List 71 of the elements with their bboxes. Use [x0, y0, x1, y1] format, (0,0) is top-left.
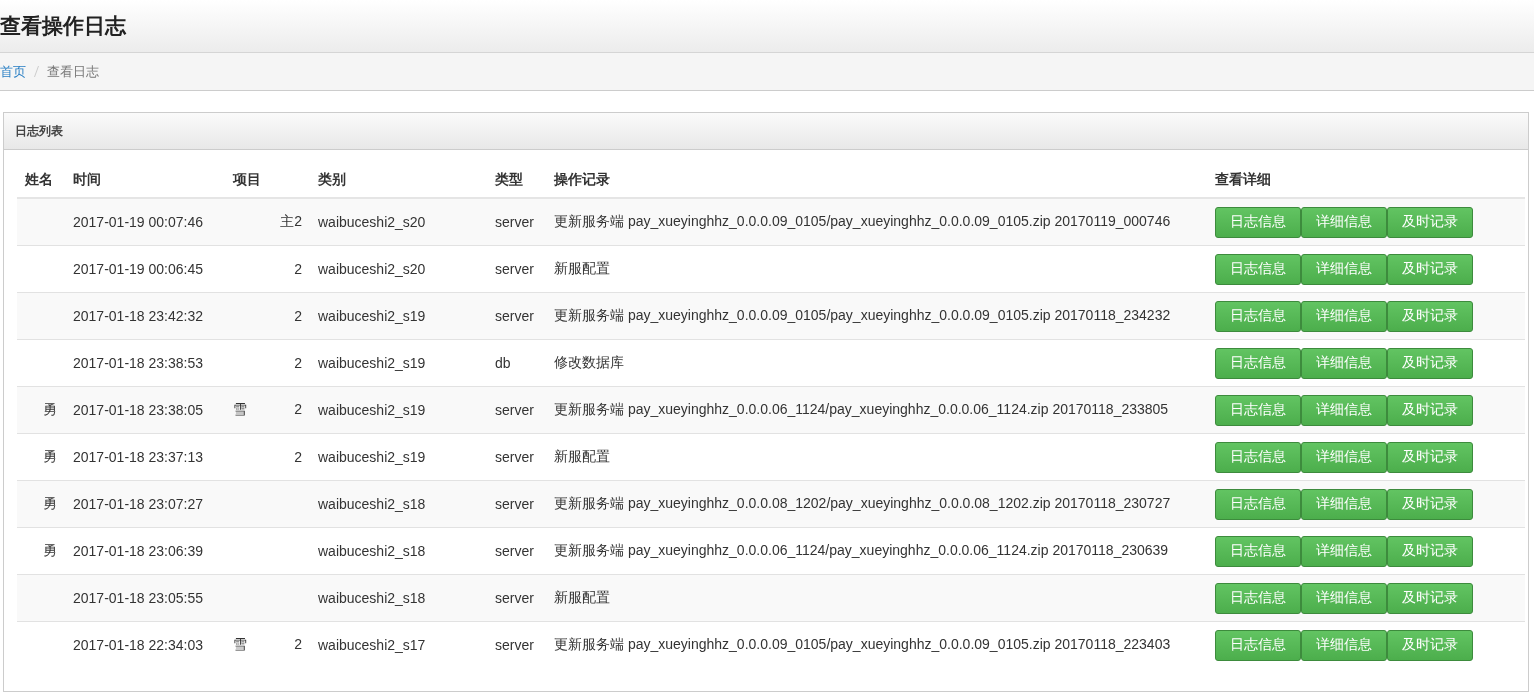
table-cell: waibuceshi2_s18 [310, 480, 487, 528]
action-button[interactable]: 及时记录 [1387, 629, 1473, 661]
table-cell: 2017-01-18 22:34:03 [65, 621, 225, 668]
action-button[interactable]: 详细信息 [1301, 441, 1387, 473]
project-cell: 2 [294, 355, 302, 371]
action-button[interactable]: 及时记录 [1387, 206, 1473, 238]
table-cell: 2017-01-18 23:07:27 [65, 480, 225, 528]
project-cell: 2 [294, 308, 302, 324]
action-button[interactable]: 日志信息 [1215, 347, 1301, 379]
table-cell: server [487, 480, 546, 528]
table-cell: server [487, 198, 546, 246]
action-button[interactable]: 及时记录 [1387, 347, 1473, 379]
table-cell: 2017-01-18 23:05:55 [65, 574, 225, 622]
breadcrumb-link[interactable]: 首页 [0, 62, 26, 81]
action-button[interactable]: 详细信息 [1301, 300, 1387, 332]
action-button[interactable]: 日志信息 [1215, 300, 1301, 332]
action-button[interactable]: 日志信息 [1215, 441, 1301, 473]
action-button[interactable]: 及时记录 [1387, 253, 1473, 285]
action-button[interactable]: 日志信息 [1215, 535, 1301, 567]
action-button[interactable]: 详细信息 [1301, 394, 1387, 426]
action-button[interactable]: 日志信息 [1215, 629, 1301, 661]
action-button[interactable]: 日志信息 [1215, 206, 1301, 238]
name-cell: 勇 [43, 448, 57, 464]
action-button[interactable]: 日志信息 [1215, 253, 1301, 285]
project-cell: 2 [294, 261, 302, 277]
action-button[interactable]: 详细信息 [1301, 347, 1387, 379]
table-cell: 更新服务端 pay_xueyinghhz_0.0.0.06_1124/pay_xueyinghhz_0.0.0.06_1124.zip 20170118_233805 [546, 386, 1207, 434]
name-cell: 勇 [43, 542, 57, 558]
table-cell: waibuceshi2_s19 [310, 386, 487, 434]
project-cell: 2 [294, 401, 302, 419]
table-cell: 2017-01-19 00:07:46 [65, 198, 225, 246]
action-button[interactable]: 详细信息 [1301, 582, 1387, 614]
action-button[interactable]: 日志信息 [1215, 582, 1301, 614]
action-button[interactable]: 详细信息 [1301, 629, 1387, 661]
action-button[interactable]: 及时记录 [1387, 441, 1473, 473]
table-cell: 更新服务端 pay_xueyinghhz_0.0.0.08_1202/pay_xueyinghhz_0.0.0.08_1202.zip 20170118_230727 [546, 480, 1207, 528]
table-cell: 2017-01-18 23:42:32 [65, 292, 225, 340]
table-cell: server [487, 386, 546, 434]
action-button[interactable]: 及时记录 [1387, 300, 1473, 332]
table-cell: waibuceshi2_s18 [310, 574, 487, 622]
name-cell: 勇 [43, 401, 57, 417]
name-cell: 勇 [43, 495, 57, 511]
project-cell: 2 [294, 449, 302, 465]
table-cell: 更新服务端 pay_xueyinghhz_0.0.0.09_0105/pay_xueyinghhz_0.0.0.09_0105.zip 20170119_000746 [546, 198, 1207, 246]
action-button[interactable]: 及时记录 [1387, 488, 1473, 520]
breadcrumb-current: 查看日志 [47, 62, 99, 81]
action-button[interactable]: 及时记录 [1387, 582, 1473, 614]
table-cell: 更新服务端 pay_xueyinghhz_0.0.0.09_0105/pay_xueyinghhz_0.0.0.09_0105.zip 20170118_223403 [546, 621, 1207, 668]
project-cell: 2 [294, 636, 302, 654]
action-button[interactable]: 详细信息 [1301, 253, 1387, 285]
action-button[interactable]: 详细信息 [1301, 206, 1387, 238]
action-button[interactable]: 详细信息 [1301, 535, 1387, 567]
page-title: 查看操作日志 [0, 13, 126, 39]
action-button[interactable]: 详细信息 [1301, 488, 1387, 520]
table-cell: waibuceshi2_s20 [310, 198, 487, 246]
table-cell: waibuceshi2_s17 [310, 621, 487, 668]
table-cell: 2017-01-18 23:38:05 [65, 386, 225, 434]
project-cell: 雪 [233, 636, 247, 654]
action-button[interactable]: 及时记录 [1387, 535, 1473, 567]
table-cell: server [487, 621, 546, 668]
action-button[interactable]: 日志信息 [1215, 488, 1301, 520]
table-cell: waibuceshi2_s19 [310, 292, 487, 340]
project-cell: 雪 [233, 401, 247, 419]
panel-title: 日志列表 [15, 122, 63, 140]
table-cell: server [487, 292, 546, 340]
table-cell: server [487, 574, 546, 622]
table-cell: 更新服务端 pay_xueyinghhz_0.0.0.09_0105/pay_xueyinghhz_0.0.0.09_0105.zip 20170118_234232 [546, 292, 1207, 340]
action-button[interactable]: 及时记录 [1387, 394, 1473, 426]
project-cell: 主2 [280, 213, 302, 231]
action-button[interactable]: 日志信息 [1215, 394, 1301, 426]
table-cell: 新服配置 [546, 574, 1207, 622]
